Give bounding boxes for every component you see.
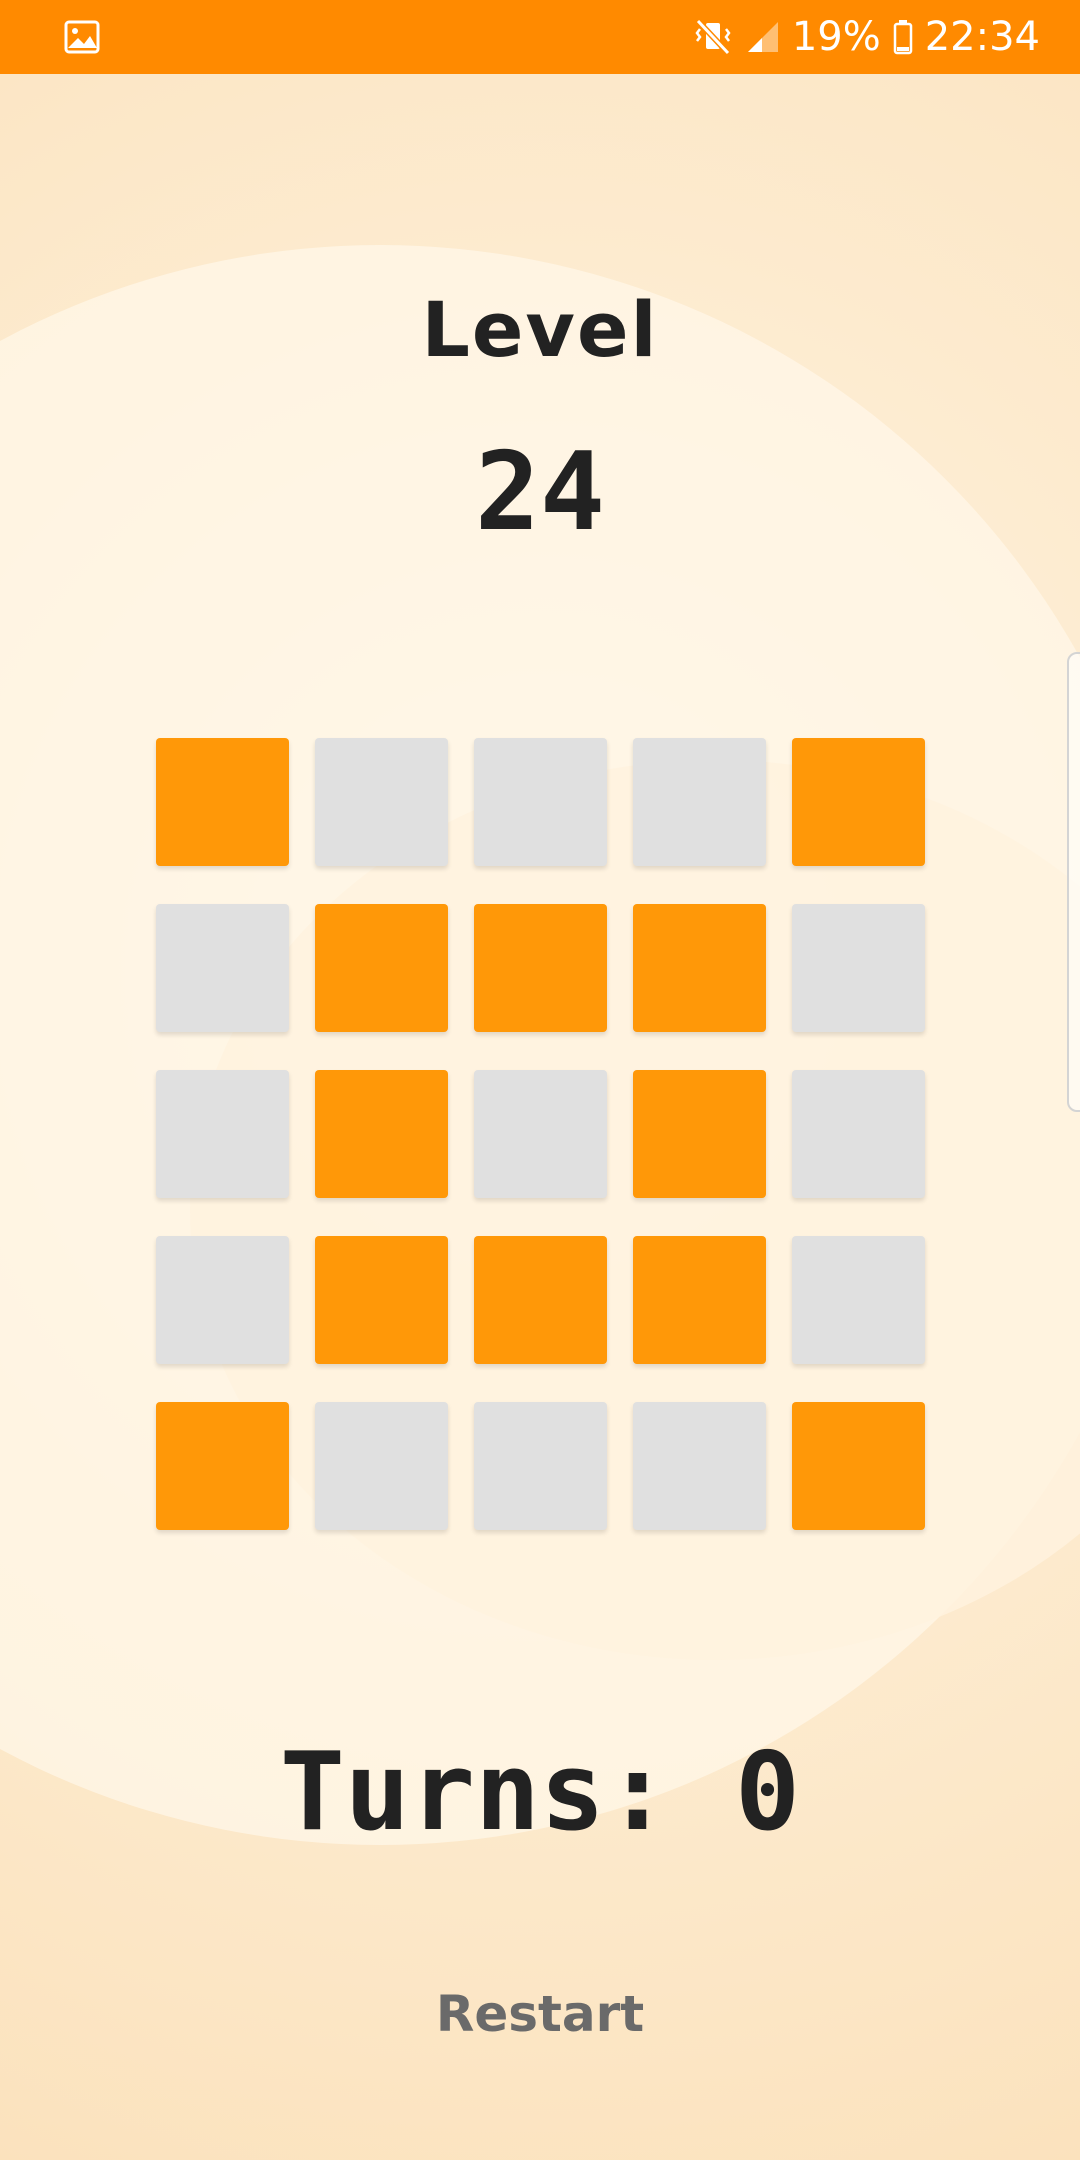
tile-r2-c4[interactable] [633,904,766,1032]
tile-r5-c2[interactable] [315,1402,448,1530]
tile-r4-c5[interactable] [792,1236,925,1364]
turns-counter: Turns: 0 [279,1730,801,1855]
signal-icon [746,20,780,54]
tile-r2-c1[interactable] [156,904,289,1032]
tile-r2-c2[interactable] [315,904,448,1032]
tile-r5-c5[interactable] [792,1402,925,1530]
tile-grid [156,738,925,1530]
tile-r4-c1[interactable] [156,1236,289,1364]
tile-r1-c5[interactable] [792,738,925,866]
tile-r1-c3[interactable] [474,738,607,866]
tile-r3-c1[interactable] [156,1070,289,1198]
tile-r5-c4[interactable] [633,1402,766,1530]
battery-percent: 19% [791,14,881,60]
tile-r3-c5[interactable] [792,1070,925,1198]
tile-r4-c2[interactable] [315,1236,448,1364]
tile-r1-c1[interactable] [156,738,289,866]
vibrate-mute-icon [694,17,734,57]
tile-r3-c4[interactable] [633,1070,766,1198]
tile-r5-c1[interactable] [156,1402,289,1530]
gallery-icon [64,20,100,54]
tile-r2-c3[interactable] [474,904,607,1032]
tile-r3-c2[interactable] [315,1070,448,1198]
status-right-group: 19% 22:34 [694,0,1040,74]
restart-button[interactable]: Restart [390,1985,690,2043]
tile-r1-c4[interactable] [633,738,766,866]
level-label: Level [421,285,659,374]
tile-r4-c4[interactable] [633,1236,766,1364]
level-number: 24 [474,430,606,555]
tile-r2-c5[interactable] [792,904,925,1032]
tile-r4-c3[interactable] [474,1236,607,1364]
clock: 22:34 [924,14,1040,60]
status-bar: 19% 22:34 [0,0,1080,74]
tile-r1-c2[interactable] [315,738,448,866]
battery-icon [893,19,913,55]
tile-r5-c3[interactable] [474,1402,607,1530]
tile-r3-c3[interactable] [474,1070,607,1198]
edge-panel-handle[interactable] [1067,652,1080,1112]
